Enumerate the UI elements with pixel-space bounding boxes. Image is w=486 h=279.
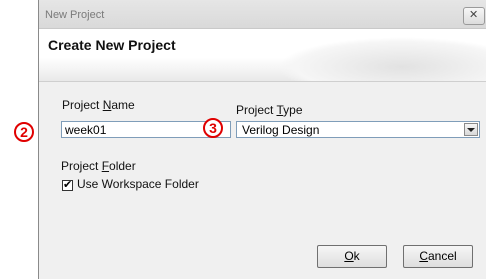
project-folder-label-part: older bbox=[109, 159, 136, 173]
chevron-down-icon bbox=[467, 128, 475, 132]
ok-button-accel: O bbox=[344, 249, 354, 263]
window-title: New Project bbox=[45, 9, 105, 21]
cancel-button-label: ancel bbox=[427, 249, 457, 263]
project-type-label: Project Type bbox=[236, 103, 303, 117]
close-icon: ✕ bbox=[469, 9, 479, 21]
project-name-label: Project Name bbox=[62, 98, 135, 112]
close-button[interactable]: ✕ bbox=[463, 7, 485, 25]
project-name-label-part: Project bbox=[62, 98, 103, 112]
ok-button[interactable]: Ok bbox=[317, 245, 387, 268]
checkmark-icon: ✔ bbox=[63, 179, 73, 191]
cancel-button-accel: C bbox=[419, 249, 428, 263]
project-folder-label-part: Project bbox=[61, 159, 102, 173]
header-band: Create New Project bbox=[39, 29, 486, 82]
annotation-marker-2: 2 bbox=[14, 122, 34, 142]
ok-button-label: k bbox=[353, 249, 360, 263]
project-folder-label: Project Folder bbox=[61, 159, 136, 173]
annotation-marker-3: 3 bbox=[203, 118, 223, 138]
project-type-value: Verilog Design bbox=[239, 123, 323, 137]
title-bar: New Project ✕ bbox=[39, 0, 486, 29]
header-decoration bbox=[277, 37, 486, 81]
new-project-dialog: New Project ✕ Create New Project Project… bbox=[38, 0, 486, 279]
use-workspace-label: Use Workspace Folder bbox=[77, 177, 199, 191]
cancel-button[interactable]: Cancel bbox=[403, 245, 473, 268]
project-type-label-part: ype bbox=[283, 103, 303, 117]
use-workspace-checkbox[interactable]: ✔ bbox=[62, 179, 73, 191]
page-title: Create New Project bbox=[48, 37, 176, 53]
project-type-select[interactable]: Verilog Design bbox=[236, 121, 480, 138]
project-folder-label-accel: F bbox=[101, 159, 110, 173]
project-name-label-part: ame bbox=[111, 98, 135, 112]
dropdown-button[interactable] bbox=[464, 123, 478, 136]
project-type-label-part: Project bbox=[236, 103, 277, 117]
